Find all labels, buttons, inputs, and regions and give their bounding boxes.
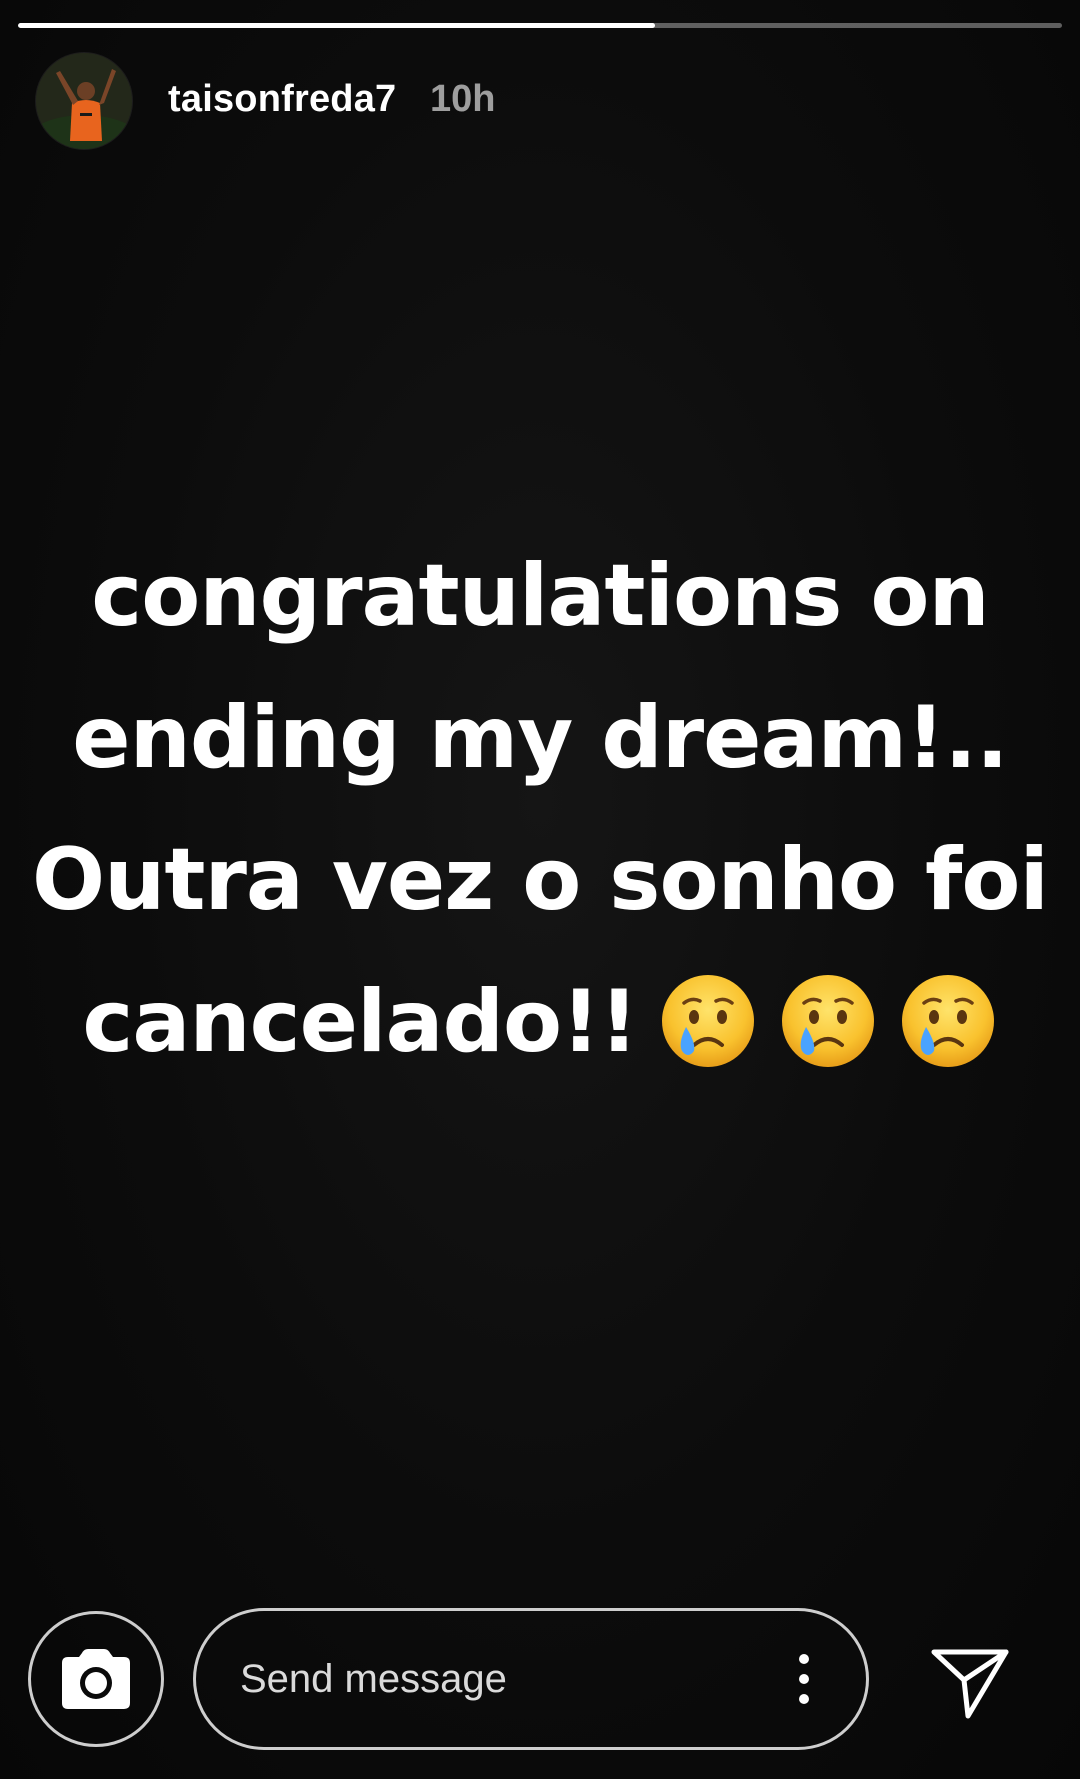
send-icon[interactable] [928,1640,1012,1724]
emoji-row [638,957,998,1099]
story-progress-fill [18,23,655,28]
crying-face-icon [781,974,874,1067]
more-vertical-icon[interactable] [794,1651,814,1707]
story-timestamp: 10h [430,78,496,120]
profile-photo [36,53,132,149]
send-message-input[interactable] [240,1611,760,1747]
camera-icon [62,1649,130,1709]
story-text: congratulations on ending my dream!.. Ou… [0,525,1080,1099]
camera-button[interactable] [28,1611,164,1747]
story-text-line: ending my dream!.. [72,688,1008,788]
story-progress-bar [18,23,1062,28]
crying-face-icon [901,974,994,1067]
crying-face-icon [661,974,754,1067]
story-text-line-with-emojis: cancelado!! [0,951,1080,1099]
story-username[interactable]: taisonfreda7 [168,78,396,121]
story-text-line: cancelado!! [82,972,638,1072]
story-text-line: Outra vez o sonho foi [32,830,1049,930]
message-field[interactable] [193,1608,869,1750]
avatar[interactable] [36,53,132,149]
story-text-line: congratulations on [91,546,989,646]
